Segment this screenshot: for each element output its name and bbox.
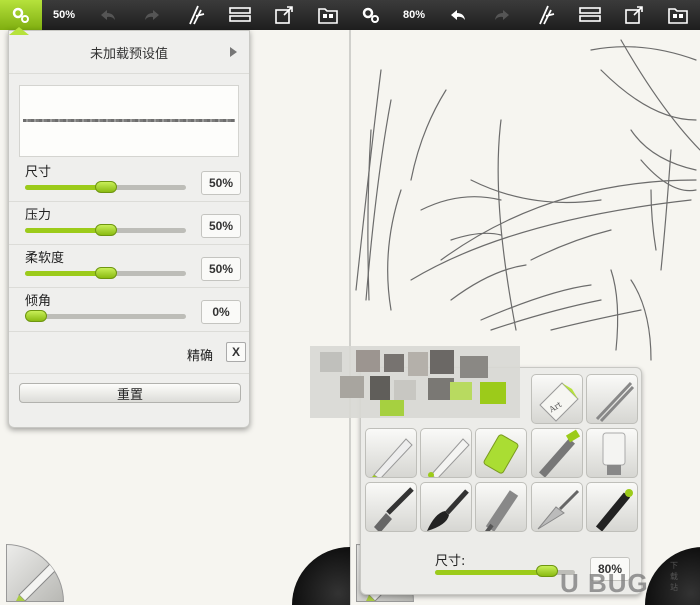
brush-select-icon[interactable] — [174, 0, 218, 30]
divider — [9, 331, 249, 332]
softness-label: 柔软度 — [25, 251, 65, 266]
reset-button[interactable]: 重置 — [19, 383, 241, 403]
size-value[interactable]: 50% — [201, 171, 241, 195]
paint-tube-icon — [602, 432, 626, 475]
brush-preview — [19, 85, 239, 157]
divider — [9, 244, 249, 245]
preview-stroke — [23, 119, 235, 122]
gloop-pen-tool[interactable] — [475, 482, 527, 532]
brush-select-icon[interactable] — [524, 0, 568, 30]
preset-selector[interactable]: 未加载预设值 — [9, 31, 249, 73]
zoom-level[interactable]: 50% — [42, 0, 86, 30]
sticker-icon: Art — [539, 382, 579, 422]
pressure-slider-fill — [25, 228, 106, 233]
pen-icon — [428, 438, 470, 477]
palette-size-label: 尺寸: — [435, 554, 466, 569]
tilt-label: 倾角 — [25, 294, 52, 309]
ink-pen-tool[interactable] — [586, 482, 638, 532]
pressure-slider-thumb[interactable] — [94, 224, 117, 236]
palette-size-slider-fill — [435, 570, 547, 575]
size-label: 尺寸 — [25, 165, 52, 180]
pencil-icon — [372, 438, 413, 477]
airbrush-icon — [539, 429, 581, 477]
felt-tip-tool[interactable] — [475, 428, 527, 478]
softness-value[interactable]: 50% — [201, 257, 241, 281]
round-brush-icon — [427, 489, 469, 531]
undo-icon[interactable] — [86, 0, 130, 30]
tilt-slider-thumb[interactable] — [25, 310, 47, 322]
pixelated-overlay — [310, 346, 520, 418]
size-slider-thumb[interactable] — [94, 181, 117, 193]
layers-icon[interactable] — [218, 0, 262, 30]
top-toolbar-left: 50% — [0, 0, 350, 30]
divider — [9, 373, 249, 374]
palette-knife-tool[interactable] — [531, 482, 583, 532]
divider — [9, 201, 249, 202]
precise-label: 精确 — [187, 349, 214, 364]
export-icon[interactable] — [612, 0, 656, 30]
precise-row: 精确 X — [9, 333, 249, 373]
watercolor-brush-tool[interactable] — [420, 482, 472, 532]
tilt-slider-track[interactable] — [25, 314, 186, 319]
tracing-tool[interactable] — [586, 374, 638, 424]
zoom-level[interactable]: 80% — [392, 0, 436, 30]
palette-knife-icon — [537, 489, 580, 530]
size-slider-fill — [25, 185, 106, 190]
flat-brush-tool[interactable] — [365, 482, 417, 532]
tweezers-icon — [595, 381, 635, 423]
flat-brush-icon — [374, 487, 414, 531]
watermark-subtext: 下载站 — [670, 561, 679, 592]
softness-slider-thumb[interactable] — [94, 267, 117, 279]
gloop-pen-icon — [485, 490, 519, 531]
watermark-logo: U BUG 下载站 — [560, 561, 678, 599]
export-icon[interactable] — [262, 0, 306, 30]
tilt-setting: 倾角 0% — [23, 290, 243, 332]
softness-setting: 柔软度 50% — [23, 247, 243, 289]
sticker-tool[interactable]: Art — [531, 374, 583, 424]
airbrush-tool[interactable] — [531, 428, 583, 478]
pencil-tool[interactable] — [365, 428, 417, 478]
pen-tool[interactable] — [420, 428, 472, 478]
pressure-value[interactable]: 50% — [201, 214, 241, 238]
undo-icon[interactable] — [436, 0, 480, 30]
gear-icon[interactable] — [350, 0, 392, 30]
redo-icon[interactable] — [480, 0, 524, 30]
layers-icon[interactable] — [568, 0, 612, 30]
softness-slider-fill — [25, 271, 106, 276]
gallery-icon[interactable] — [656, 0, 700, 30]
pressure-label: 压力 — [25, 208, 52, 223]
divider — [9, 73, 249, 74]
paint-tube-tool[interactable] — [586, 428, 638, 478]
gear-icon[interactable] — [0, 0, 42, 30]
divider — [9, 287, 249, 288]
gallery-icon[interactable] — [306, 0, 350, 30]
size-setting: 尺寸 50% — [23, 161, 243, 203]
chevron-right-icon — [230, 47, 237, 57]
redo-icon[interactable] — [130, 0, 174, 30]
pressure-setting: 压力 50% — [23, 204, 243, 246]
preset-label: 未加载预设值 — [89, 46, 168, 62]
tilt-value[interactable]: 0% — [201, 300, 241, 324]
top-toolbar-right: 80% — [350, 0, 700, 30]
ink-pen-icon — [595, 489, 633, 531]
palette-size-slider-thumb[interactable] — [536, 565, 558, 577]
marker-icon — [483, 434, 519, 474]
brush-settings-panel: 未加载预设值 尺寸 50% 压力 50% 柔软度 50% 倾角 0% 精确 X … — [8, 27, 250, 428]
precise-checkbox[interactable]: X — [226, 342, 246, 362]
watermark-text: U BUG — [560, 568, 649, 598]
